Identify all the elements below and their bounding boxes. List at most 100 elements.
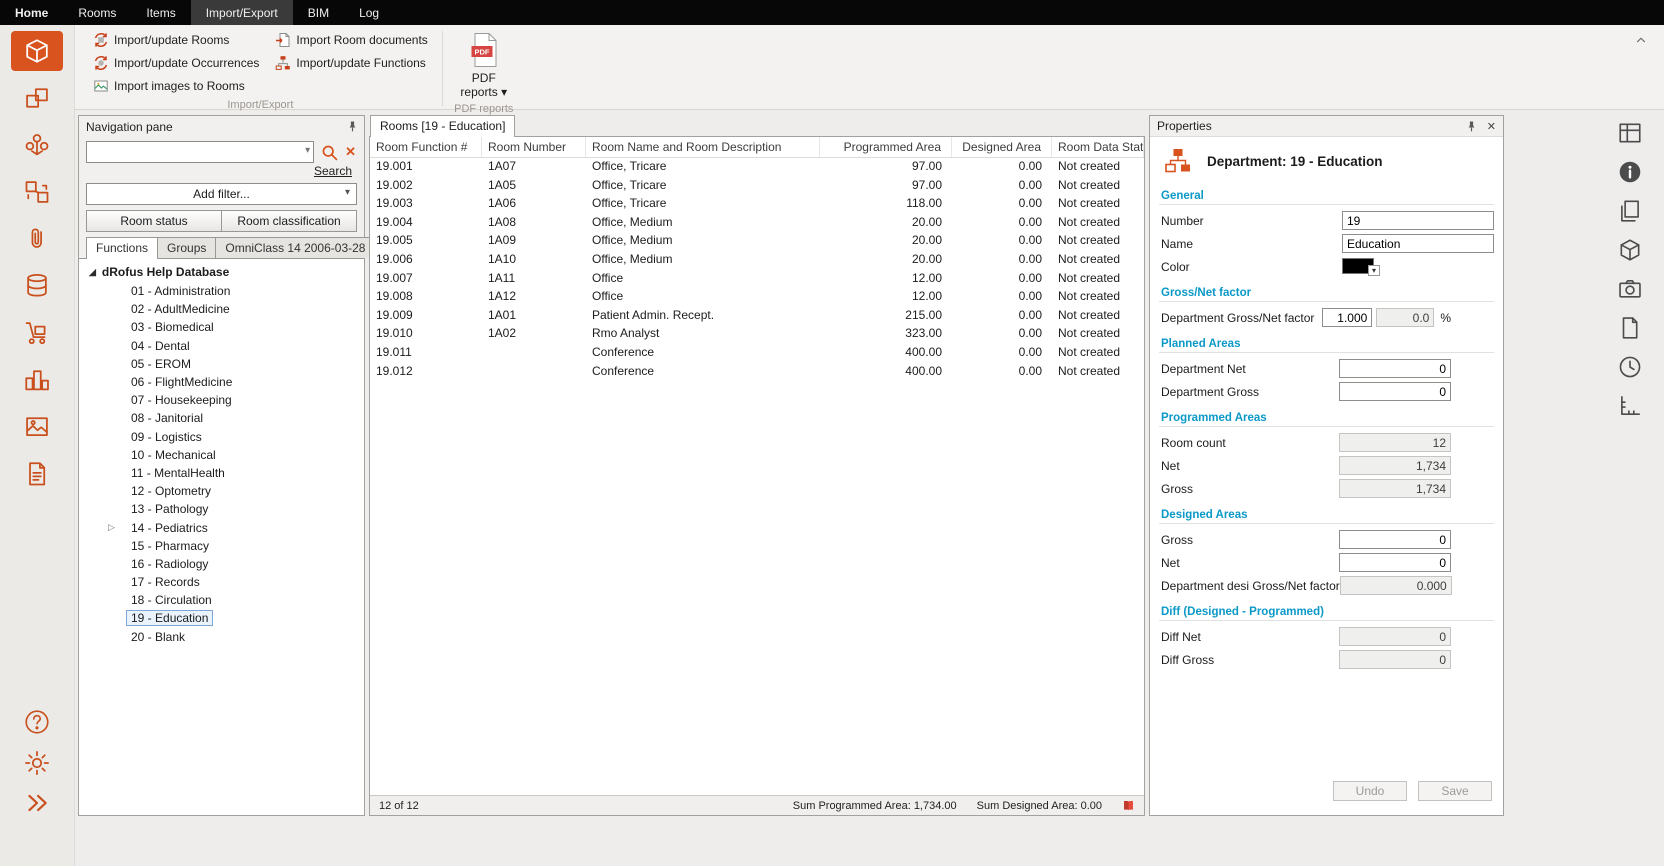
menu-item-items[interactable]: Items (131, 0, 190, 25)
table-row[interactable]: 19.011Conference400.000.00Not created (370, 344, 1144, 363)
panel-layout-button[interactable] (1612, 117, 1648, 148)
tree-item-06-flightmedicine[interactable]: 06 - FlightMedicine (79, 373, 364, 391)
sidebar-documents-button[interactable] (11, 219, 63, 259)
tree-item-12-optometry[interactable]: 12 - Optometry (79, 482, 364, 500)
tree-item-10-mechanical[interactable]: 10 - Mechanical (79, 446, 364, 464)
tree-item-18-circulation[interactable]: 18 - Circulation (79, 591, 364, 609)
tree-item-07-housekeeping[interactable]: 07 - Housekeeping (79, 391, 364, 409)
tree-item-20-blank[interactable]: 20 - Blank (79, 628, 364, 646)
tree-item-11-mentalhealth[interactable]: 11 - MentalHealth (79, 464, 364, 482)
tree-expanded-icon[interactable]: ◢ (89, 267, 96, 278)
tree-item-04-dental[interactable]: 04 - Dental (79, 337, 364, 355)
sidebar-help-button[interactable] (23, 708, 51, 736)
close-icon[interactable]: ✕ (1485, 120, 1498, 133)
panel-documents-stack-button[interactable] (1612, 195, 1648, 226)
sidebar-buildings-button[interactable] (11, 360, 63, 400)
tree-item-19-education[interactable]: 19 - Education (79, 609, 364, 627)
tree-collapsed-icon[interactable]: ▷ (108, 522, 115, 533)
tree-item-08-janitorial[interactable]: 08 - Janitorial (79, 409, 364, 427)
sidebar-settings-button[interactable] (23, 749, 51, 777)
sidebar-occurrences-button[interactable] (11, 125, 63, 165)
table-row[interactable]: 19.0091A01Patient Admin. Recept.215.000.… (370, 307, 1144, 326)
pin-icon[interactable] (1465, 120, 1478, 133)
panel-info-button[interactable] (1612, 156, 1648, 187)
table-row[interactable]: 19.0041A08Office, Medium20.000.00Not cre… (370, 214, 1144, 233)
table-row[interactable]: 19.012Conference400.000.00Not created (370, 363, 1144, 382)
tab-omniclass-14-2006-03-28[interactable]: OmniClass 14 2006-03-28 (216, 237, 375, 258)
column-header-room-number[interactable]: Room Number (482, 137, 586, 157)
panel-measure-button[interactable] (1612, 390, 1648, 421)
panel-page-button[interactable] (1612, 312, 1648, 343)
search-options-dropdown-icon[interactable]: ▾ (305, 145, 310, 156)
tree-item-13-pathology[interactable]: 13 - Pathology (79, 500, 364, 518)
undo-button[interactable]: Undo (1333, 781, 1407, 801)
sidebar-logistics-button[interactable] (11, 313, 63, 353)
panel-history-button[interactable] (1612, 351, 1648, 382)
tree-item-15-pharmacy[interactable]: 15 - Pharmacy (79, 537, 364, 555)
tree-item-14-pediatrics[interactable]: ▷14 - Pediatrics (79, 518, 364, 536)
department-gross-input[interactable] (1339, 382, 1451, 401)
tree-root[interactable]: ◢ dRofus Help Database (79, 263, 364, 282)
department-net-input[interactable] (1339, 359, 1451, 378)
menu-item-bim[interactable]: BIM (293, 0, 344, 25)
gross-input[interactable] (1339, 530, 1451, 549)
panel-box-button[interactable] (1612, 234, 1648, 265)
tree-item-01-administration[interactable]: 01 - Administration (79, 282, 364, 300)
sidebar-items-button[interactable] (11, 78, 63, 118)
tree-item-09-logistics[interactable]: 09 - Logistics (79, 428, 364, 446)
clear-search-icon[interactable]: ✕ (345, 144, 356, 160)
pin-icon[interactable] (346, 120, 359, 133)
menu-item-import-export[interactable]: Import/Export (191, 0, 293, 25)
sidebar-database-button[interactable] (11, 266, 63, 306)
ribbon-button-import-images-to-rooms[interactable]: Import images to Rooms (87, 75, 265, 96)
search-input[interactable] (86, 141, 314, 163)
tree-item-02-adultmedicine[interactable]: 02 - AdultMedicine (79, 300, 364, 318)
save-button[interactable]: Save (1418, 781, 1492, 801)
sidebar-expand-button[interactable] (24, 790, 50, 816)
column-header-programmed-area[interactable]: Programmed Area (820, 137, 952, 157)
room-status-button[interactable]: Room status (86, 210, 222, 232)
search-icon[interactable] (320, 143, 339, 162)
table-row[interactable]: 19.0061A10Office, Medium20.000.00Not cre… (370, 251, 1144, 270)
add-filter-button[interactable]: Add filter... ▾ (86, 183, 357, 205)
column-header-room-name-and-room-description[interactable]: Room Name and Room Description (586, 137, 820, 157)
ribbon-button-import-room-documents[interactable]: Import Room documents (269, 29, 433, 50)
table-row[interactable]: 19.0031A06Office, Tricare118.000.00Not c… (370, 195, 1144, 214)
tab-functions[interactable]: Functions (86, 237, 158, 259)
color-dropdown-button[interactable]: ▾ (1368, 265, 1380, 276)
tab-groups[interactable]: Groups (158, 237, 216, 258)
table-row[interactable]: 19.0081A12Office12.000.00Not created (370, 288, 1144, 307)
pdf-reports-button[interactable]: PDF PDF reports ▾ (451, 29, 517, 100)
tree-item-16-radiology[interactable]: 16 - Radiology (79, 555, 364, 573)
menu-item-rooms[interactable]: Rooms (63, 0, 131, 25)
tree-item-03-biomedical[interactable]: 03 - Biomedical (79, 318, 364, 336)
search-link[interactable]: Search (314, 164, 352, 178)
sidebar-linked-items-button[interactable] (11, 172, 63, 212)
column-header-designed-area[interactable]: Designed Area (952, 137, 1052, 157)
ribbon-button-import-update-functions[interactable]: Import/update Functions (269, 52, 433, 73)
tree-item-05-erom[interactable]: 05 - EROM (79, 355, 364, 373)
column-header-room-data-status[interactable]: Room Data Status (1052, 137, 1144, 157)
color-picker[interactable]: ▾ (1342, 258, 1494, 275)
collapse-ribbon-button[interactable] (1634, 33, 1648, 47)
sidebar-reports-button[interactable] (11, 407, 63, 447)
ribbon-button-import-update-occurrences[interactable]: Import/update Occurrences (87, 52, 265, 73)
department-gross-net-factor-input[interactable] (1322, 308, 1372, 327)
table-row[interactable]: 19.0071A11Office12.000.00Not created (370, 270, 1144, 289)
ribbon-button-import-update-rooms[interactable]: Import/update Rooms (87, 29, 265, 50)
name-input[interactable] (1342, 234, 1494, 253)
table-row[interactable]: 19.0051A09Office, Medium20.000.00Not cre… (370, 232, 1144, 251)
room-classification-button[interactable]: Room classification (222, 210, 357, 232)
menu-item-home[interactable]: Home (0, 0, 63, 25)
number-input[interactable] (1342, 211, 1494, 230)
column-header-room-function[interactable]: Room Function # (370, 137, 482, 157)
tree-item-17-records[interactable]: 17 - Records (79, 573, 364, 591)
menu-item-log[interactable]: Log (344, 0, 394, 25)
tab-rooms-education[interactable]: Rooms [19 - Education] (370, 115, 515, 137)
net-input[interactable] (1339, 553, 1451, 572)
sidebar-forms-button[interactable] (11, 454, 63, 494)
panel-camera-button[interactable] (1612, 273, 1648, 304)
table-row[interactable]: 19.0011A07Office, Tricare97.000.00Not cr… (370, 158, 1144, 177)
table-row[interactable]: 19.0101A02Rmo Analyst323.000.00Not creat… (370, 325, 1144, 344)
table-row[interactable]: 19.0021A05Office, Tricare97.000.00Not cr… (370, 177, 1144, 196)
